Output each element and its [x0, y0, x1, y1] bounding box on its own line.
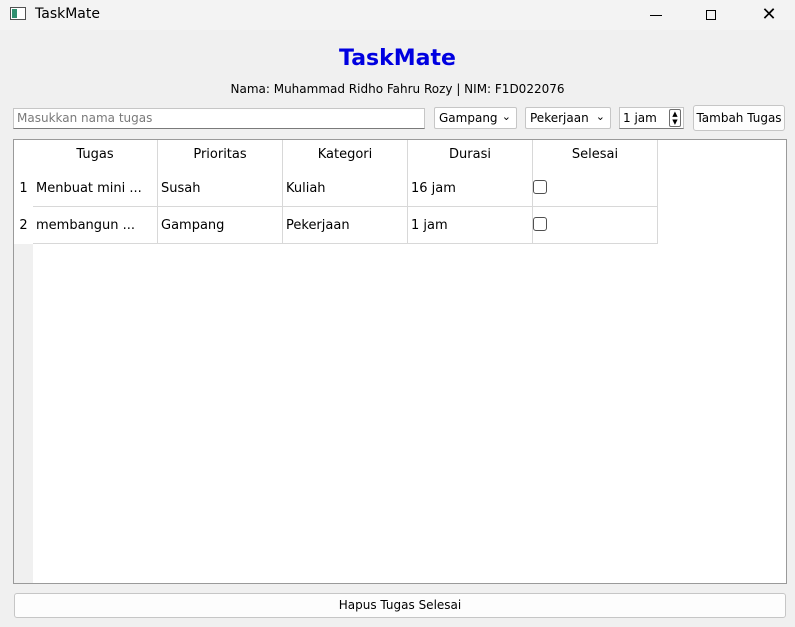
- cell-category[interactable]: Pekerjaan: [283, 207, 408, 244]
- table-corner: [14, 140, 33, 170]
- spin-up-icon[interactable]: ▲: [670, 110, 680, 118]
- title-bar: TaskMate ✕: [0, 0, 795, 30]
- priority-select[interactable]: Gampang ⌄: [434, 107, 517, 129]
- header-prioritas[interactable]: Prioritas: [158, 140, 283, 170]
- minimize-icon: [650, 14, 662, 16]
- header-selesai[interactable]: Selesai: [533, 140, 658, 170]
- app-heading: TaskMate: [339, 46, 456, 71]
- maximize-button[interactable]: [688, 0, 734, 30]
- app-window-icon: [10, 7, 26, 20]
- header-durasi[interactable]: Durasi: [408, 140, 533, 170]
- cell-duration[interactable]: 16 jam: [408, 170, 533, 207]
- priority-select-value: Gampang: [439, 111, 498, 125]
- cell-task[interactable]: membangun ...: [33, 207, 158, 244]
- window-title: TaskMate: [35, 6, 100, 22]
- task-table: Tugas Prioritas Kategori Durasi Selesai …: [13, 139, 787, 584]
- delete-completed-button[interactable]: Hapus Tugas Selesai: [14, 593, 786, 618]
- cell-done[interactable]: [533, 170, 658, 207]
- cell-task[interactable]: Menbuat mini ...: [33, 170, 158, 207]
- student-info: Nama: Muhammad Ridho Fahru Rozy | NIM: F…: [230, 82, 565, 96]
- close-button[interactable]: ✕: [746, 0, 792, 30]
- category-select[interactable]: Pekerjaan ⌄: [525, 107, 611, 129]
- cell-category[interactable]: Kuliah: [283, 170, 408, 207]
- header-kategori[interactable]: Kategori: [283, 140, 408, 170]
- chevron-down-icon: ⌄: [595, 110, 605, 123]
- duration-spinbox[interactable]: 1 jam ▲ ▼: [619, 107, 684, 129]
- spin-arrows[interactable]: ▲ ▼: [669, 109, 681, 127]
- cell-priority[interactable]: Susah: [158, 170, 283, 207]
- cell-done[interactable]: [533, 207, 658, 244]
- cell-duration[interactable]: 1 jam: [408, 207, 533, 244]
- add-task-button[interactable]: Tambah Tugas: [693, 105, 785, 131]
- chevron-down-icon: ⌄: [501, 110, 511, 123]
- row-number[interactable]: 1: [14, 170, 33, 207]
- done-checkbox[interactable]: [533, 180, 547, 194]
- close-icon: ✕: [761, 4, 777, 25]
- minimize-button[interactable]: [633, 0, 679, 30]
- done-checkbox[interactable]: [533, 217, 547, 231]
- task-name-input[interactable]: Masukkan nama tugas: [13, 108, 425, 129]
- category-select-value: Pekerjaan: [530, 111, 589, 125]
- header-tugas[interactable]: Tugas: [33, 140, 158, 170]
- row-number[interactable]: 2: [14, 207, 33, 244]
- duration-value: 1 jam: [623, 111, 657, 125]
- cell-priority[interactable]: Gampang: [158, 207, 283, 244]
- spin-down-icon[interactable]: ▼: [670, 118, 680, 126]
- maximize-icon: [706, 10, 716, 20]
